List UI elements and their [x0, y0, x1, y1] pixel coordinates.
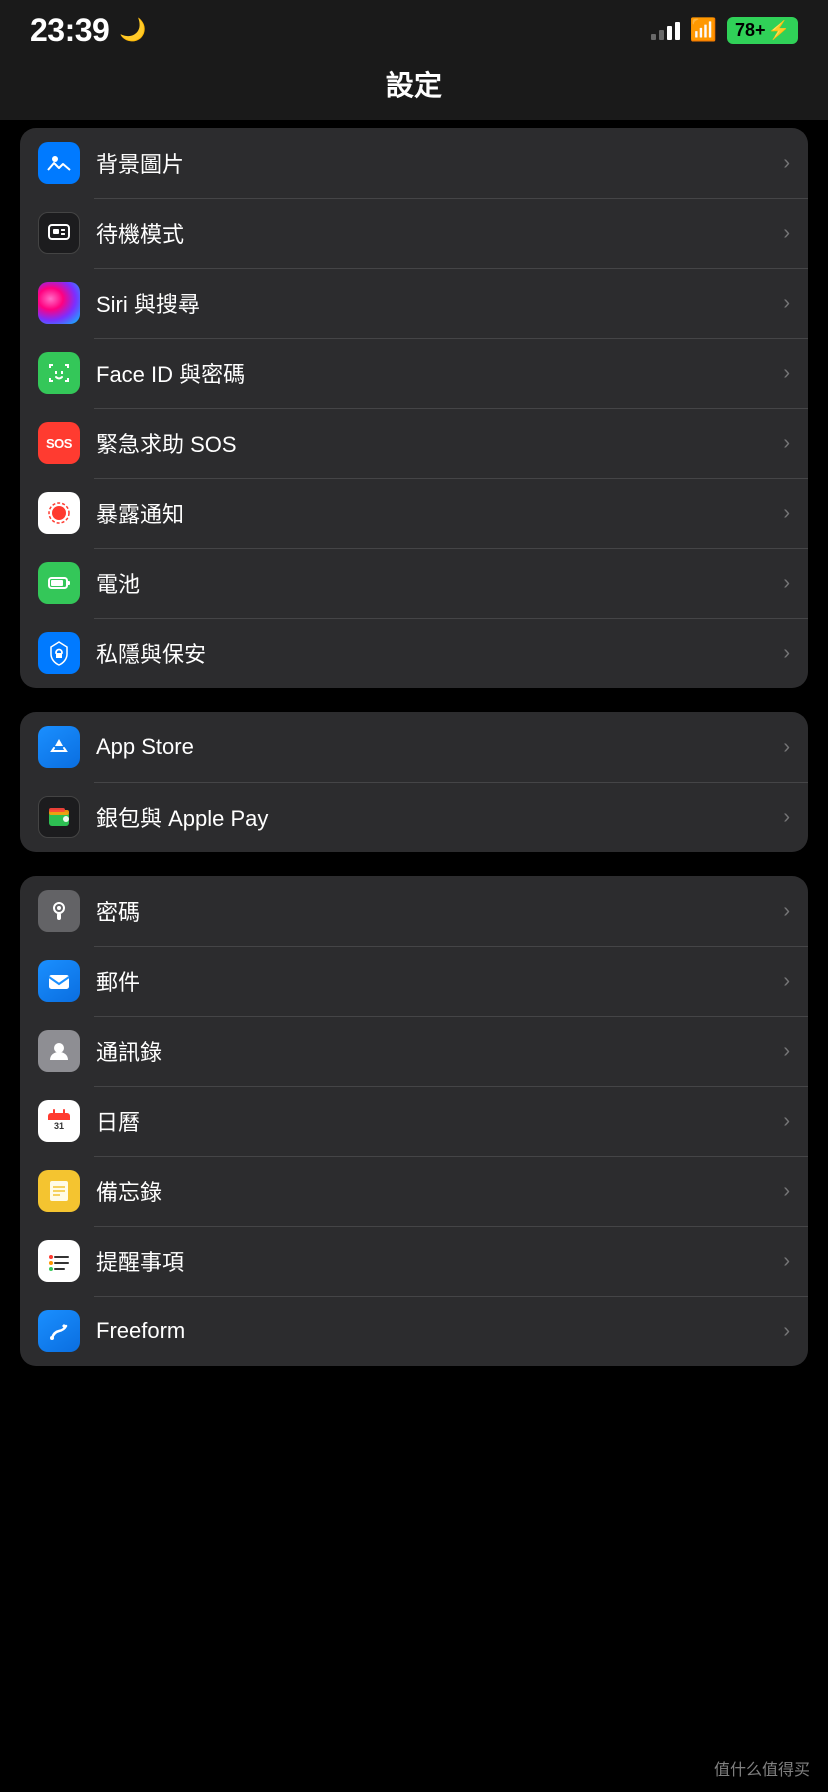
settings-row-calendar[interactable]: 31 日曆 ›: [20, 1086, 808, 1156]
calendar-label: 日曆: [96, 1105, 775, 1137]
battery-label: 電池: [96, 567, 775, 599]
settings-row-notes[interactable]: 備忘錄 ›: [20, 1156, 808, 1226]
settings-row-exposure[interactable]: 暴露通知 ›: [20, 478, 808, 548]
exposure-icon: [38, 492, 80, 534]
passwords-chevron: ›: [783, 900, 790, 923]
settings-row-privacy[interactable]: 私隱與保安 ›: [20, 618, 808, 688]
wallet-chevron: ›: [783, 806, 790, 829]
standby-icon: [38, 212, 80, 254]
faceid-chevron: ›: [783, 362, 790, 385]
settings-row-freeform[interactable]: Freeform ›: [20, 1296, 808, 1366]
privacy-icon: [38, 632, 80, 674]
contacts-icon: [38, 1030, 80, 1072]
faceid-icon: [38, 352, 80, 394]
sos-label: 緊急求助 SOS: [96, 427, 775, 459]
wallet-icon: [38, 796, 80, 838]
exposure-label: 暴露通知: [96, 497, 775, 529]
reminders-chevron: ›: [783, 1250, 790, 1273]
page-title: 設定: [0, 54, 828, 120]
settings-row-reminders[interactable]: 提醒事項 ›: [20, 1226, 808, 1296]
signal-icon: [651, 20, 680, 40]
section-system: 背景圖片 › 待機模式 › Siri 與搜尋 ›: [20, 128, 808, 688]
calendar-chevron: ›: [783, 1110, 790, 1133]
battery-icon: [38, 562, 80, 604]
freeform-icon: [38, 1310, 80, 1352]
status-time: 23:39: [30, 12, 109, 49]
mail-icon: [38, 960, 80, 1002]
siri-chevron: ›: [783, 292, 790, 315]
settings-row-wallpaper[interactable]: 背景圖片 ›: [20, 128, 808, 198]
contacts-label: 通訊錄: [96, 1035, 775, 1067]
calendar-icon: 31: [38, 1100, 80, 1142]
passwords-label: 密碼: [96, 895, 775, 927]
wallpaper-chevron: ›: [783, 152, 790, 175]
svg-text:31: 31: [54, 1121, 64, 1131]
passwords-icon: [38, 890, 80, 932]
settings-row-faceid[interactable]: Face ID 與密碼 ›: [20, 338, 808, 408]
section-apps: 密碼 › 郵件 › 通訊錄 › 31: [20, 876, 808, 1366]
status-icons: 📶 78+ ⚡: [651, 17, 798, 44]
standby-chevron: ›: [783, 222, 790, 245]
settings-row-battery[interactable]: 電池 ›: [20, 548, 808, 618]
settings-row-passwords[interactable]: 密碼 ›: [20, 876, 808, 946]
settings-row-appstore[interactable]: App Store ›: [20, 712, 808, 782]
reminders-label: 提醒事項: [96, 1245, 775, 1277]
reminders-icon: [38, 1240, 80, 1282]
sos-icon: SOS: [38, 422, 80, 464]
settings-row-mail[interactable]: 郵件 ›: [20, 946, 808, 1016]
settings-row-sos[interactable]: SOS 緊急求助 SOS ›: [20, 408, 808, 478]
watermark: 值什么值得买: [714, 1756, 810, 1780]
mail-label: 郵件: [96, 965, 775, 997]
settings-row-standby[interactable]: 待機模式 ›: [20, 198, 808, 268]
appstore-chevron: ›: [783, 736, 790, 759]
standby-label: 待機模式: [96, 217, 775, 249]
settings-row-contacts[interactable]: 通訊錄 ›: [20, 1016, 808, 1086]
mail-chevron: ›: [783, 970, 790, 993]
appstore-icon: [38, 726, 80, 768]
wifi-icon: 📶: [690, 17, 717, 43]
settings-row-siri[interactable]: Siri 與搜尋 ›: [20, 268, 808, 338]
notes-icon: [38, 1170, 80, 1212]
battery-chevron: ›: [783, 572, 790, 595]
siri-label: Siri 與搜尋: [96, 287, 775, 319]
wallpaper-icon: [38, 142, 80, 184]
status-bar: 23:39 🌙 📶 78+ ⚡: [0, 0, 828, 54]
freeform-chevron: ›: [783, 1320, 790, 1343]
privacy-label: 私隱與保安: [96, 637, 775, 669]
settings-row-wallet[interactable]: 銀包與 Apple Pay ›: [20, 782, 808, 852]
exposure-chevron: ›: [783, 502, 790, 525]
siri-icon: [38, 282, 80, 324]
contacts-chevron: ›: [783, 1040, 790, 1063]
section-store: App Store › 銀包與 Apple Pay ›: [20, 712, 808, 852]
sos-chevron: ›: [783, 432, 790, 455]
battery-indicator: 78+ ⚡: [727, 17, 798, 44]
notes-chevron: ›: [783, 1180, 790, 1203]
wallet-label: 銀包與 Apple Pay: [96, 801, 775, 833]
faceid-label: Face ID 與密碼: [96, 357, 775, 389]
privacy-chevron: ›: [783, 642, 790, 665]
moon-icon: 🌙: [119, 17, 146, 43]
appstore-label: App Store: [96, 734, 775, 760]
freeform-label: Freeform: [96, 1318, 775, 1344]
notes-label: 備忘錄: [96, 1175, 775, 1207]
wallpaper-label: 背景圖片: [96, 147, 775, 179]
